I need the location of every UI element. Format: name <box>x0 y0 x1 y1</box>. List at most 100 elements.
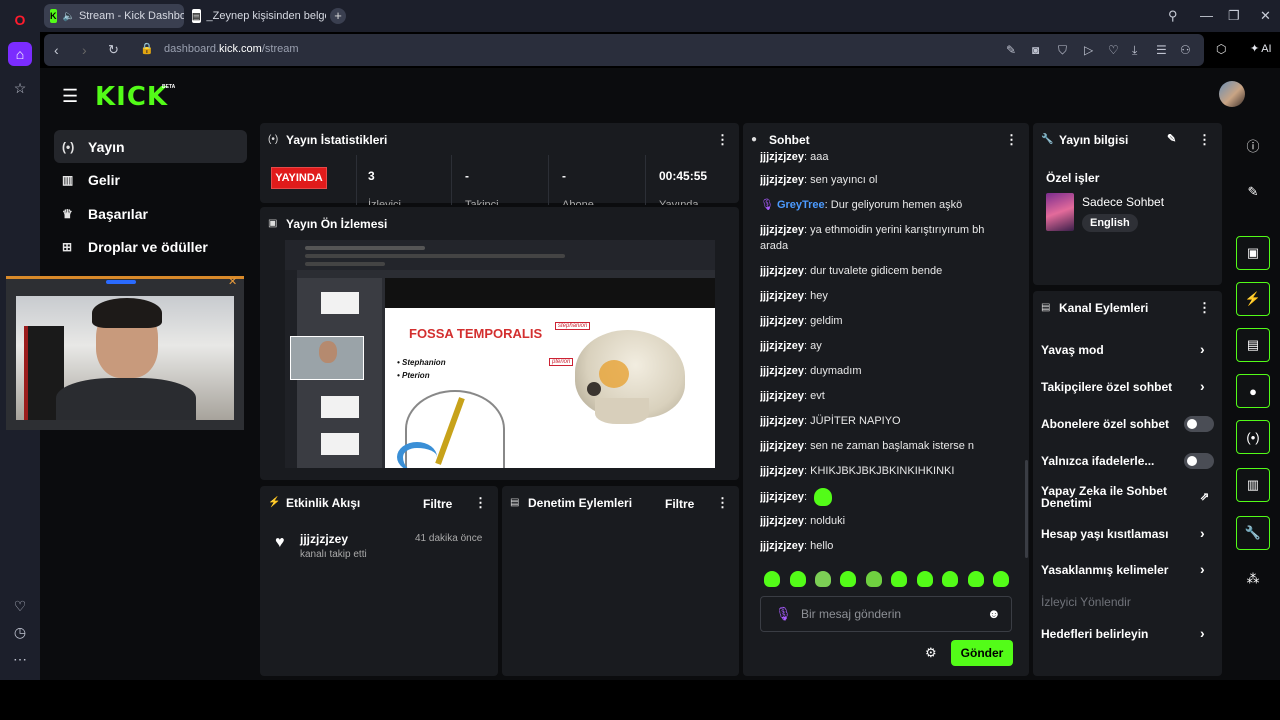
wrench-widget-icon[interactable]: 🔧 <box>1236 516 1270 550</box>
shield-icon[interactable]: ⛉ <box>1058 43 1067 58</box>
emote-icon[interactable] <box>815 571 831 587</box>
emote-icon[interactable] <box>917 571 933 587</box>
chat-messages[interactable]: jjjzjzjzey: aaa jjjzjzjzey: sen yayıncı … <box>760 146 1022 560</box>
gear-icon[interactable]: ⚙ <box>925 645 937 661</box>
action-ai-moderation[interactable]: Yapay Zeka ile Sohbet Denetimi <box>1041 485 1181 509</box>
more-options-icon[interactable]: ⋮ <box>716 132 729 148</box>
reload-icon[interactable]: ↻ <box>108 42 119 58</box>
chat-username[interactable]: GreyTree <box>777 199 825 211</box>
chat-username[interactable]: jjjzjzjzey <box>760 365 804 377</box>
subscribers-only-toggle[interactable] <box>1184 416 1214 432</box>
emote-icon[interactable] <box>790 571 806 587</box>
external-link-icon[interactable]: ⇗ <box>1200 490 1209 503</box>
chat-username[interactable]: jjjzjzjzey <box>760 515 804 527</box>
chat-scrollbar[interactable] <box>1025 460 1028 558</box>
chat-username[interactable]: jjjzjzjzey <box>760 265 804 277</box>
menu-lines-icon[interactable]: ☰ <box>1156 43 1167 57</box>
opera-logo-icon[interactable]: O <box>8 8 32 32</box>
chevron-right-icon[interactable]: › <box>1200 561 1205 577</box>
box-icon[interactable]: ⬡ <box>1216 42 1226 56</box>
sidebar-item-drops[interactable]: ⊞ Droplar ve ödüller <box>54 230 247 263</box>
chevron-right-icon[interactable]: › <box>1200 341 1205 357</box>
chat-username[interactable]: jjjzjzjzey <box>760 290 804 302</box>
chat-username[interactable]: jjjzjzjzey <box>760 315 804 327</box>
more-options-icon[interactable]: ⋮ <box>716 495 729 511</box>
lightning-widget-icon[interactable]: ⚡ <box>1236 282 1270 316</box>
kick-logo[interactable]: KICK <box>95 82 168 112</box>
close-window-icon[interactable]: ✕ <box>1260 8 1271 24</box>
action-banned-words[interactable]: Yasaklanmış kelimeler <box>1041 563 1168 577</box>
chat-input[interactable] <box>801 605 981 623</box>
chat-username[interactable]: jjjzjzjzey <box>760 390 804 402</box>
chat-username[interactable]: jjjzjzjzey <box>760 174 804 186</box>
chevron-right-icon[interactable]: › <box>1200 625 1205 641</box>
tab-kick-dashboard[interactable]: K 🔈 Stream - Kick Dashboa <box>44 4 184 28</box>
emotes-only-toggle[interactable] <box>1184 453 1214 469</box>
mic-icon[interactable]: 🎙 <box>775 606 792 622</box>
emote-icon[interactable] <box>840 571 856 587</box>
action-followers-only[interactable]: Takipçilere özel sohbet <box>1041 380 1172 394</box>
emote-icon[interactable] <box>866 571 882 587</box>
download-icon[interactable]: ⤓ <box>1132 43 1137 58</box>
search-tabs-icon[interactable]: ⚲ <box>1168 8 1178 24</box>
channel-widget-icon[interactable]: ▥ <box>1236 468 1270 502</box>
history-icon[interactable]: ◷ <box>8 620 32 644</box>
chat-username[interactable]: jjjzjzjzey <box>760 340 804 352</box>
home-icon[interactable]: ⌂ <box>8 42 32 66</box>
sidebar-item-revenue[interactable]: ▥ Gelir <box>54 163 247 196</box>
close-overlay-icon[interactable]: ✕ <box>228 275 237 288</box>
filter-button[interactable]: Filtre <box>423 497 452 511</box>
emote-icon[interactable] <box>942 571 958 587</box>
preview-widget-icon[interactable]: ▣ <box>1236 236 1270 270</box>
emote-icon[interactable] <box>993 571 1009 587</box>
info-icon[interactable]: ⓘ <box>1236 128 1270 162</box>
chat-username[interactable]: jjjzjzjzey <box>760 440 804 452</box>
audio-icon[interactable]: 🔈 <box>63 11 75 22</box>
emoji-icon[interactable]: ☻ <box>987 606 1001 621</box>
event-user[interactable]: jjjzjzjzey <box>300 532 348 546</box>
sidebar-item-achievements[interactable]: ♛ Başarılar <box>54 197 247 230</box>
more-options-icon[interactable]: ⋮ <box>1198 132 1211 148</box>
url-field[interactable]: dashboard.kick.com/stream <box>164 43 299 55</box>
heart-icon[interactable]: ♡ <box>8 594 32 618</box>
forward-icon[interactable]: › <box>82 42 87 58</box>
chat-username[interactable]: jjjzjzjzey <box>760 465 804 477</box>
new-tab-button[interactable]: + <box>330 8 346 24</box>
edit-icon[interactable]: ✎ <box>1006 43 1016 57</box>
profile-icon[interactable]: ⚇ <box>1180 43 1191 57</box>
send-button[interactable]: Gönder <box>951 640 1013 666</box>
favorite-icon[interactable]: ♡ <box>1108 43 1119 57</box>
chat-widget-icon[interactable]: ● <box>1236 374 1270 408</box>
star-icon[interactable]: ☆ <box>8 76 32 100</box>
emote-icon[interactable] <box>891 571 907 587</box>
chat-username[interactable]: jjjzjzjzey <box>760 540 804 552</box>
emote-icon[interactable] <box>764 571 780 587</box>
action-set-goals[interactable]: Hedefleri belirleyin <box>1041 627 1148 641</box>
action-account-age[interactable]: Hesap yaşı kısıtlaması <box>1041 527 1168 541</box>
more-options-icon[interactable]: ⋮ <box>1198 300 1211 316</box>
back-icon[interactable]: ‹ <box>54 42 59 58</box>
action-slow-mode[interactable]: Yavaş mod <box>1041 343 1104 357</box>
chat-username[interactable]: jjjzjzjzey <box>760 224 804 236</box>
customize-icon[interactable]: ⁂ <box>1236 562 1270 596</box>
filter-button[interactable]: Filtre <box>665 497 694 511</box>
edit-icon[interactable]: ✎ <box>1167 132 1176 145</box>
ai-button[interactable]: ✦ AI <box>1250 42 1272 55</box>
avatar[interactable] <box>1219 81 1245 107</box>
pencil-icon[interactable]: ✎ <box>1236 175 1270 209</box>
emote-icon[interactable] <box>968 571 984 587</box>
chat-username[interactable]: jjjzjzjzey <box>760 491 804 503</box>
camera-icon[interactable]: ◙ <box>1032 43 1039 57</box>
more-icon[interactable]: ⋯ <box>8 647 32 671</box>
hamburger-icon[interactable]: ☰ <box>62 86 78 107</box>
minimize-icon[interactable]: — <box>1200 8 1213 23</box>
restore-icon[interactable]: ❐ <box>1228 8 1240 24</box>
tab-document[interactable]: ▤ _Zeynep kişisinden belge.p <box>186 4 326 28</box>
play-icon[interactable]: ▷ <box>1084 43 1093 57</box>
more-options-icon[interactable]: ⋮ <box>474 495 487 511</box>
chat-username[interactable]: jjjzjzjzey <box>760 151 804 163</box>
moderation-widget-icon[interactable]: ▤ <box>1236 328 1270 362</box>
stream-preview[interactable]: FOSSA TEMPORALIS • Stephanion • Pterion … <box>285 240 715 468</box>
chevron-right-icon[interactable]: › <box>1200 378 1205 394</box>
chat-username[interactable]: jjjzjzjzey <box>760 415 804 427</box>
